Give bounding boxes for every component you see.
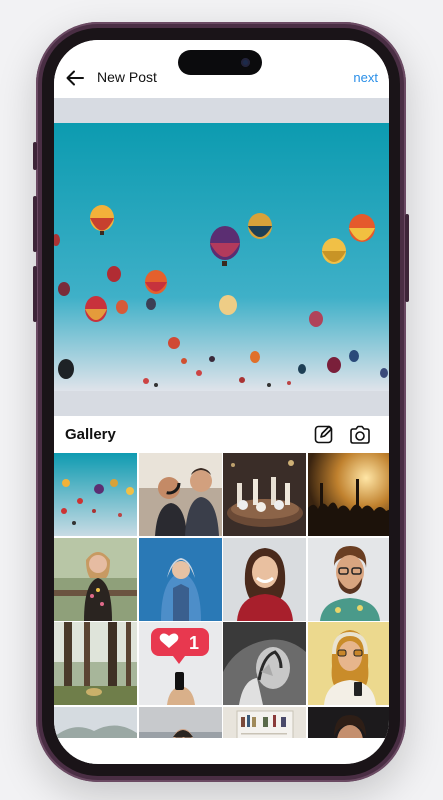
gallery-thumbnail[interactable] — [138, 537, 222, 621]
gallery-thumbnail[interactable] — [54, 622, 137, 706]
man-glasses-thumbnail — [307, 537, 389, 621]
concert-crowd-thumbnail — [307, 453, 389, 536]
power-button — [405, 214, 409, 302]
woman-hoodie-thumbnail — [138, 537, 222, 621]
gallery-thumbnail[interactable] — [223, 622, 307, 706]
woman-bw-portrait-thumbnail — [223, 622, 307, 706]
gallery-thumbnail[interactable] — [54, 537, 137, 621]
edit-icon[interactable] — [313, 423, 335, 445]
screen: New Post next Gallery 1 — [54, 40, 389, 764]
woman-headphones-thumbnail — [307, 622, 389, 706]
gallery-title: Gallery — [65, 426, 116, 443]
gallery-grid: 1 — [54, 453, 389, 764]
front-camera — [241, 58, 250, 67]
selected-photo-preview[interactable] — [54, 98, 389, 416]
balloons-photo — [54, 123, 389, 391]
friends-photo-thumbnail — [138, 453, 222, 536]
action-button — [33, 142, 37, 170]
woman-smiling-thumbnail — [223, 537, 307, 621]
volume-up-button — [33, 196, 37, 252]
gallery-thumbnail[interactable] — [307, 537, 389, 621]
gallery-thumbnail[interactable] — [307, 622, 389, 706]
forest-thumbnail — [54, 622, 137, 706]
dynamic-island — [178, 50, 262, 75]
gallery-thumbnail[interactable] — [307, 453, 389, 536]
gallery-thumbnail[interactable] — [138, 453, 222, 536]
party-cupcakes-thumbnail — [223, 453, 307, 536]
gallery-thumbnail[interactable]: 1 — [138, 622, 222, 706]
next-button[interactable]: next — [353, 70, 378, 85]
gallery-bar: Gallery — [54, 416, 389, 453]
arrow-left-icon[interactable] — [64, 67, 86, 89]
gallery-thumbnail[interactable] — [223, 453, 307, 536]
gallery-thumbnail[interactable] — [54, 453, 137, 536]
page-title: New Post — [97, 69, 157, 85]
gallery-thumbnail[interactable] — [223, 537, 307, 621]
badge-count: 1 — [189, 633, 199, 653]
woman-park-thumbnail — [54, 537, 137, 621]
volume-down-button — [33, 266, 37, 322]
camera-icon[interactable] — [348, 424, 372, 446]
bottom-safe-area — [54, 738, 389, 764]
balloons-thumbnail — [54, 453, 137, 536]
notification-sign-thumbnail: 1 — [138, 622, 222, 706]
